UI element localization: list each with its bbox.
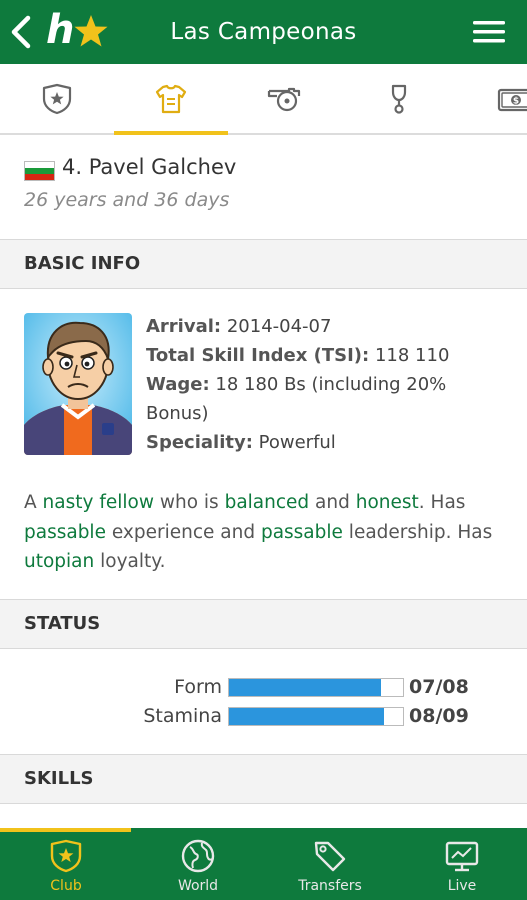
tab-training[interactable] <box>228 64 342 133</box>
section-header-basic-info: BASIC INFO <box>0 239 527 289</box>
menu-button[interactable] <box>470 16 508 48</box>
nav-live[interactable]: Live <box>396 828 527 900</box>
section-title: BASIC INFO <box>24 253 141 274</box>
desc-text: experience and <box>105 521 261 543</box>
nav-label: World <box>177 878 219 894</box>
agreeability-link[interactable]: nasty fellow <box>43 492 154 513</box>
player-age: 26 years and 36 days <box>24 189 230 211</box>
wage-label: Wage: <box>146 374 210 395</box>
nav-transfers[interactable]: Transfers <box>264 828 396 900</box>
logo-letter: h <box>46 7 75 53</box>
shield-star-icon <box>50 839 82 873</box>
back-arrow-icon <box>11 15 31 49</box>
status-row-stamina: Stamina 08/09 <box>0 702 527 730</box>
desc-text: . Has <box>418 492 466 513</box>
arrival-label: Arrival: <box>146 316 222 337</box>
desc-text: A <box>24 492 43 513</box>
stamina-bar-fill <box>229 708 384 725</box>
page-title: Las Campeonas <box>170 19 357 45</box>
status-value: 07/08 <box>409 676 469 698</box>
player-tabs: $ <box>0 64 527 135</box>
stamina-bar <box>228 707 404 726</box>
tag-icon <box>314 841 346 872</box>
speciality-row: Speciality: Powerful <box>146 428 486 457</box>
form-bar <box>228 678 404 697</box>
whistle-icon <box>267 87 301 111</box>
tab-finances[interactable]: $ <box>456 64 527 133</box>
section-title: SKILLS <box>24 768 94 789</box>
status-label: Form <box>174 676 222 698</box>
speciality-label: Speciality: <box>146 432 253 453</box>
status-label: Stamina <box>143 705 222 727</box>
logo-star-icon <box>74 15 108 47</box>
wage-row: Wage: 18 180 Bs (including 20% Bonus) <box>146 370 486 428</box>
nav-label: Transfers <box>298 878 362 894</box>
tsi-row: Total Skill Index (TSI): 118 110 <box>146 341 486 370</box>
loyalty-link[interactable]: utopian <box>24 551 94 572</box>
nav-label: Club <box>50 878 82 894</box>
tab-trophies[interactable] <box>342 64 456 133</box>
status-row-form: Form 07/08 <box>0 673 527 701</box>
trophy-icon <box>391 84 407 114</box>
bottom-navigation: Club World Transfers Live <box>0 828 527 900</box>
honesty-link[interactable]: honest <box>356 492 419 513</box>
desc-text: loyalty. <box>94 551 166 572</box>
desc-text: and <box>309 492 356 513</box>
status-value: 08/09 <box>409 705 469 727</box>
basic-info-list: Arrival: 2014-04-07 Total Skill Index (T… <box>146 312 486 457</box>
hamburger-icon <box>473 21 505 43</box>
back-button[interactable] <box>8 14 36 50</box>
section-header-status: STATUS <box>0 599 527 649</box>
monitor-chart-icon <box>445 841 479 872</box>
aggressiveness-link[interactable]: balanced <box>225 492 310 513</box>
section-header-skills: SKILLS <box>0 754 527 804</box>
nav-label: Live <box>447 878 477 894</box>
svg-text:$: $ <box>513 96 519 106</box>
tsi-label: Total Skill Index (TSI): <box>146 345 370 366</box>
player-name: 4. Pavel Galchev <box>62 155 237 179</box>
experience-link[interactable]: passable <box>24 522 106 543</box>
nav-world[interactable]: World <box>132 828 264 900</box>
section-title: STATUS <box>24 613 101 634</box>
shield-star-icon <box>42 83 72 114</box>
arrival-row: Arrival: 2014-04-07 <box>146 312 486 341</box>
globe-icon <box>181 839 215 873</box>
app-header: h Las Campeonas <box>0 0 527 64</box>
player-avatar <box>24 313 132 455</box>
tab-club[interactable] <box>0 64 114 133</box>
form-bar-fill <box>229 679 382 696</box>
speciality-value: Powerful <box>252 432 336 453</box>
player-description: A nasty fellow who is balanced and hones… <box>24 488 504 577</box>
arrival-value: 2014-04-07 <box>221 316 332 337</box>
desc-text: leadership. Has <box>342 521 493 543</box>
shirt-icon <box>155 84 187 113</box>
nav-club[interactable]: Club <box>0 828 132 900</box>
player-portrait-image <box>24 313 132 455</box>
tab-players[interactable] <box>114 64 228 135</box>
bulgaria-flag-icon <box>24 161 55 181</box>
leadership-link[interactable]: passable <box>261 522 343 543</box>
money-icon: $ <box>497 88 527 111</box>
desc-text: who is <box>153 492 225 513</box>
tsi-value: 118 110 <box>369 345 450 366</box>
app-logo[interactable]: h <box>44 7 110 56</box>
